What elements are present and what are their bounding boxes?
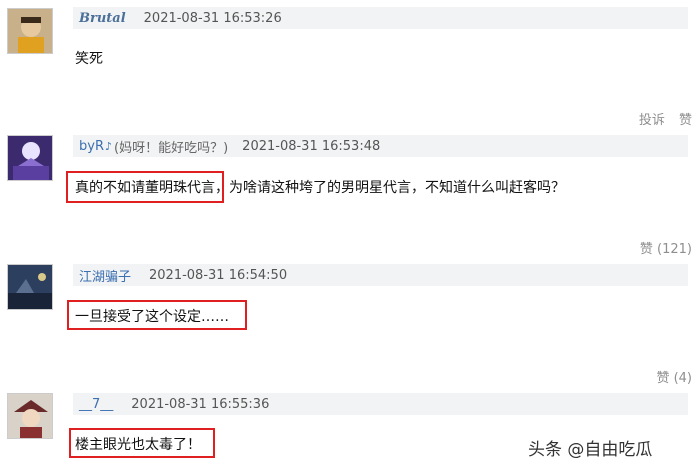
avatar[interactable] — [7, 135, 53, 181]
username-link[interactable]: 江湖骗子 — [79, 266, 131, 285]
username-link[interactable]: __7__ — [79, 397, 113, 412]
highlight-box — [69, 428, 215, 458]
report-button[interactable]: 投诉 — [639, 113, 665, 128]
comment-time: 2021-08-31 16:53:26 — [143, 10, 282, 26]
comment-header: Brutal 2021-08-31 16:53:26 — [73, 7, 688, 29]
highlight-box — [67, 300, 247, 330]
comment-header: byR ♪ (妈呀！能好吃吗？) 2021-08-31 16:53:48 — [73, 135, 688, 157]
comment-time: 2021-08-31 16:54:50 — [149, 267, 288, 283]
like-button[interactable]: 赞 (4) — [656, 371, 692, 386]
username-link[interactable]: byR — [79, 139, 104, 154]
avatar[interactable] — [7, 264, 53, 310]
comment-time: 2021-08-31 16:55:36 — [131, 396, 270, 412]
comment-actions: 投诉 赞 — [629, 109, 692, 128]
highlight-box — [66, 171, 224, 203]
username-link[interactable]: Brutal — [79, 11, 126, 26]
avatar[interactable] — [7, 8, 53, 54]
avatar[interactable] — [7, 393, 53, 439]
comment-actions: 赞 (4) — [646, 367, 692, 386]
comment-text: 笑死 — [75, 51, 103, 67]
comment-time: 2021-08-31 16:53:48 — [242, 138, 381, 154]
comment-header: __7__ 2021-08-31 16:55:36 — [73, 393, 688, 415]
like-button[interactable]: 赞 — [679, 113, 692, 128]
comment-header: 江湖骗子 2021-08-31 16:54:50 — [73, 264, 688, 286]
user-signature: (妈呀！能好吃吗？) — [114, 140, 229, 156]
user-badge-icon: ♪ — [104, 139, 113, 153]
like-button[interactable]: 赞 (121) — [640, 242, 692, 257]
watermark: 头条 @自由吃瓜 — [528, 440, 653, 460]
comment-actions: 赞 (121) — [630, 238, 692, 257]
